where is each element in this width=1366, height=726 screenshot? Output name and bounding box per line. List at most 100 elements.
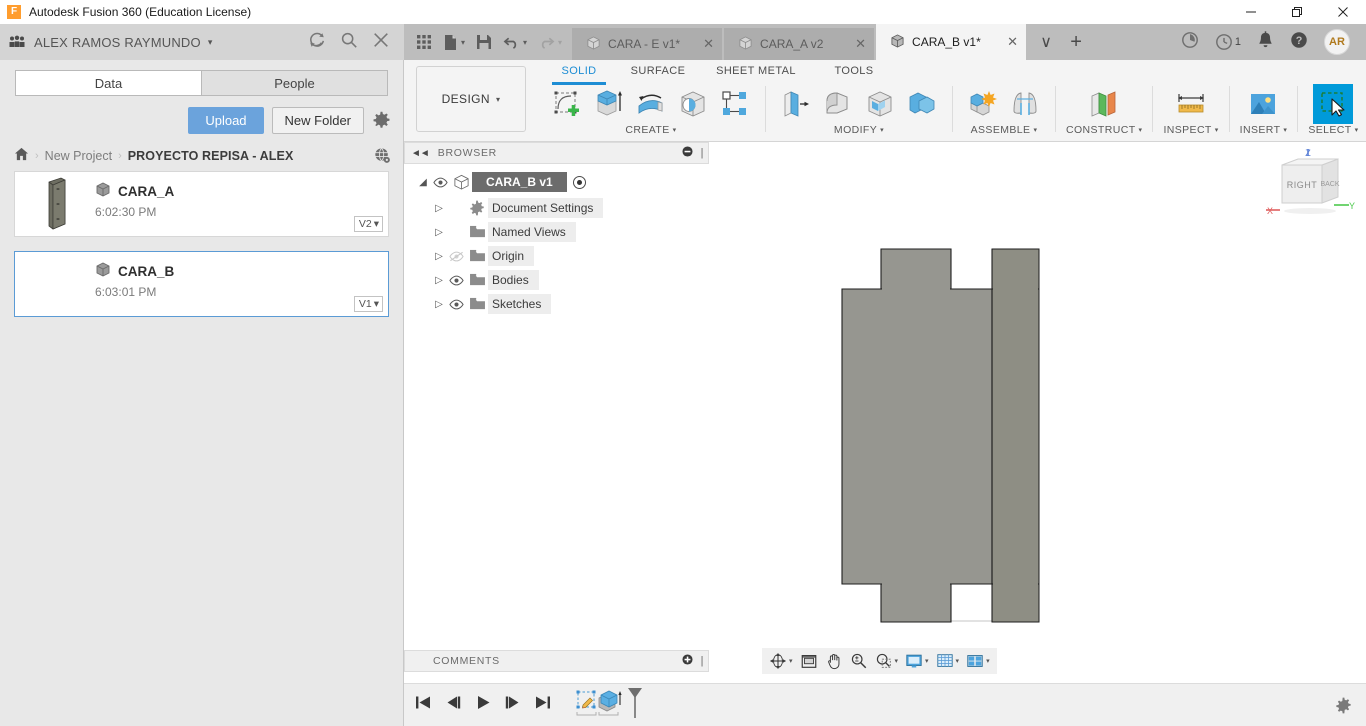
chevron-down-icon[interactable]: ▾ (986, 657, 990, 665)
redo-icon[interactable]: ▾ (534, 24, 566, 60)
close-tab-icon[interactable]: ✕ (687, 36, 714, 52)
visibility-eye-off-icon[interactable] (446, 251, 466, 262)
press-pull-icon[interactable] (776, 84, 816, 124)
gear-icon[interactable] (372, 111, 391, 130)
upload-button[interactable]: Upload (188, 107, 263, 134)
panel-select-label[interactable]: SELECT ▾ (1308, 124, 1358, 136)
new-folder-button[interactable]: New Folder (272, 107, 364, 134)
breadcrumb-project[interactable]: New Project (45, 149, 112, 163)
tree-node-origin[interactable]: ▷ Origin (404, 244, 709, 268)
chevron-down-icon[interactable]: ▾ (895, 657, 899, 665)
combine-icon[interactable] (902, 84, 942, 124)
visibility-eye-icon[interactable] (446, 299, 466, 310)
document-tab-cara-b[interactable]: CARA_B v1* ✕ (876, 24, 1026, 60)
minimize-button[interactable] (1228, 0, 1274, 24)
tab-tools[interactable]: TOOLS (810, 60, 898, 82)
shell-icon[interactable] (860, 84, 900, 124)
expand-arrow-icon[interactable]: ▷ (432, 227, 446, 238)
tab-solid[interactable]: SOLID (544, 60, 614, 82)
expand-arrow-icon[interactable]: ▷ (432, 251, 446, 262)
job-status-icon[interactable] (1181, 31, 1199, 54)
tab-overflow-chevron-down-icon[interactable]: ∨ (1032, 24, 1060, 60)
panel-resize-grip[interactable]: || (700, 655, 702, 667)
undo-icon[interactable]: ▾ (499, 24, 531, 60)
tree-node-sketches[interactable]: ▷ Sketches (404, 292, 709, 316)
bell-icon[interactable] (1257, 31, 1274, 54)
close-window-button[interactable] (1320, 0, 1366, 24)
version-selector[interactable]: V1 ▾ (354, 296, 383, 312)
zoom-in-out-icon[interactable] (847, 650, 871, 672)
timeline-end-marker[interactable] (626, 686, 644, 725)
minus-circle-icon[interactable] (682, 146, 693, 160)
tree-node-bodies[interactable]: ▷ Bodies (404, 268, 709, 292)
panel-insert-label[interactable]: INSERT ▾ (1240, 124, 1288, 136)
globe-icon[interactable] (374, 147, 391, 164)
orbit-icon[interactable]: ▾ (766, 650, 796, 672)
hole-icon[interactable] (673, 84, 713, 124)
search-icon[interactable] (340, 31, 358, 54)
app-grid-icon[interactable] (412, 24, 436, 60)
pan-hand-icon[interactable] (822, 650, 846, 672)
chevron-down-icon[interactable]: ▾ (558, 38, 562, 47)
select-window-icon[interactable] (1313, 84, 1353, 124)
step-back-icon[interactable] (444, 695, 462, 715)
maximize-button[interactable] (1274, 0, 1320, 24)
account-name[interactable]: ALEX RAMOS RAYMUNDO (34, 35, 201, 50)
expand-arrow-icon[interactable]: ◢ (416, 177, 430, 188)
tree-node-cara-b[interactable]: ◢ CARA_B v1 (404, 170, 709, 194)
display-settings-icon[interactable]: ▾ (902, 650, 932, 672)
workspace-switcher[interactable]: DESIGN ▾ (416, 66, 526, 132)
close-icon[interactable] (372, 31, 390, 54)
fit-view-icon[interactable] (797, 650, 821, 672)
document-tab-cara-e[interactable]: CARA - E v1* ✕ (572, 28, 722, 60)
extrude-icon[interactable] (589, 84, 629, 124)
tab-sheet-metal[interactable]: SHEET METAL (702, 60, 810, 82)
collapse-left-icon[interactable]: ◄◄ (411, 148, 429, 159)
grid-snaps-icon[interactable]: ▾ (933, 650, 963, 672)
play-icon[interactable] (474, 695, 492, 715)
measure-icon[interactable] (1171, 84, 1211, 124)
data-card-cara-a[interactable]: CARA_A 6:02:30 PM V2 ▾ (14, 171, 389, 237)
activate-component-radio[interactable] (573, 176, 586, 189)
tab-people[interactable]: People (201, 70, 388, 96)
new-file-icon[interactable]: ▾ (439, 24, 469, 60)
model-viewport[interactable] (709, 142, 1366, 683)
viewports-icon[interactable]: ▾ (963, 650, 993, 672)
visibility-eye-icon[interactable] (430, 177, 450, 188)
chevron-down-icon[interactable]: ▾ (956, 657, 960, 665)
offset-plane-icon[interactable] (1084, 84, 1124, 124)
data-card-cara-b[interactable]: CARA_B 6:03:01 PM V1 ▾ (14, 251, 389, 317)
model-canvas[interactable]: RIGHT BACK Z X Y (709, 142, 1366, 683)
chevron-down-icon[interactable]: ▾ (461, 38, 465, 47)
panel-assemble-label[interactable]: ASSEMBLE ▾ (971, 124, 1038, 136)
extrude-feature-icon[interactable] (596, 688, 624, 723)
panel-resize-grip[interactable]: || (700, 147, 702, 159)
expand-arrow-icon[interactable]: ▷ (432, 299, 446, 310)
tab-surface[interactable]: SURFACE (614, 60, 702, 82)
revolve-icon[interactable] (631, 84, 671, 124)
zoom-window-icon[interactable]: ▾ (872, 650, 902, 672)
panel-inspect-label[interactable]: INSPECT ▾ (1163, 124, 1218, 136)
jump-to-end-icon[interactable] (534, 695, 552, 715)
chevron-down-icon[interactable]: ▾ (208, 37, 213, 48)
help-question-icon[interactable]: ? (1290, 31, 1308, 54)
panel-create-label[interactable]: CREATE ▾ (625, 124, 676, 136)
history-clock-group[interactable]: 1 (1215, 33, 1241, 51)
avatar[interactable]: AR (1324, 29, 1350, 55)
fillet-icon[interactable] (818, 84, 858, 124)
tree-node-document-settings[interactable]: ▷ Document Settings (404, 196, 709, 220)
new-component-icon[interactable] (963, 84, 1003, 124)
version-selector[interactable]: V2 ▾ (354, 216, 383, 232)
tab-data[interactable]: Data (15, 70, 201, 96)
pattern-icon[interactable] (715, 84, 755, 124)
close-tab-icon[interactable]: ✕ (839, 36, 866, 52)
refresh-icon[interactable] (308, 31, 326, 54)
insert-image-icon[interactable] (1243, 84, 1283, 124)
document-tab-cara-a[interactable]: CARA_A v2 ✕ (724, 28, 874, 60)
panel-modify-label[interactable]: MODIFY ▾ (834, 124, 884, 136)
create-sketch-icon[interactable] (547, 84, 587, 124)
visibility-eye-icon[interactable] (446, 275, 466, 286)
step-forward-icon[interactable] (504, 695, 522, 715)
tree-node-named-views[interactable]: ▷ Named Views (404, 220, 709, 244)
plus-circle-icon[interactable] (682, 654, 693, 668)
